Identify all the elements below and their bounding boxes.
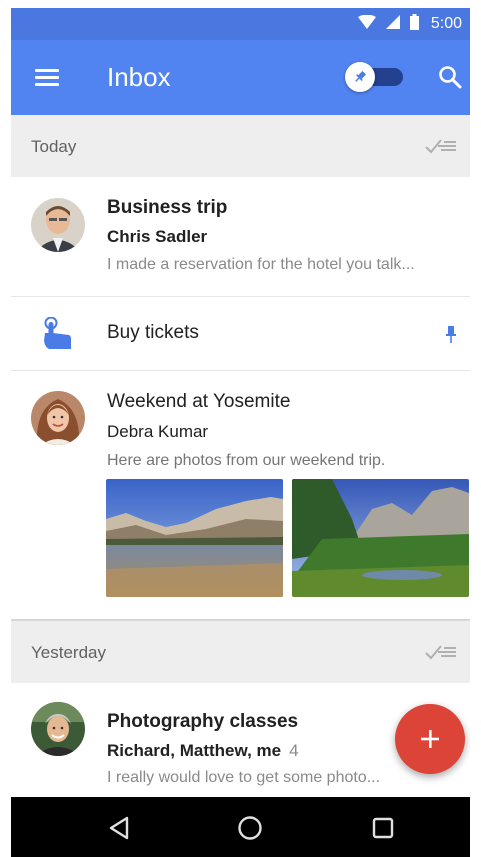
pin-icon xyxy=(355,70,367,82)
section-header-yesterday: Yesterday xyxy=(11,621,470,683)
sweep-icon[interactable] xyxy=(424,135,458,157)
signal-icon xyxy=(385,14,400,34)
pin-toggle[interactable] xyxy=(345,62,405,92)
status-bar: 5:00 xyxy=(11,8,470,40)
page-title: Inbox xyxy=(107,62,171,92)
list-item-weekend-yosemite[interactable]: Weekend at Yosemite Debra Kumar Here are… xyxy=(11,371,470,619)
screen-frame: 5:00 Inbox Today Business trip Chris Sad… xyxy=(0,0,481,857)
back-icon[interactable] xyxy=(107,815,133,841)
sweep-icon[interactable] xyxy=(424,641,458,663)
menu-icon[interactable] xyxy=(35,67,59,87)
sender-names: Richard, Matthew, me xyxy=(107,741,282,760)
photo-attachment-lake[interactable] xyxy=(106,479,283,597)
item-title: Buy tickets xyxy=(107,322,199,343)
item-snippet: I really would love to get some photo... xyxy=(107,769,381,786)
pin-icon[interactable] xyxy=(444,325,458,345)
item-title: Photography classes xyxy=(107,711,299,732)
item-title: Business trip xyxy=(107,197,228,218)
phone-screen: 5:00 Inbox Today Business trip Chris Sad… xyxy=(11,8,470,857)
battery-icon xyxy=(409,13,419,35)
list-item-business-trip[interactable]: Business trip Chris Sadler I made a rese… xyxy=(11,177,470,297)
section-label: Yesterday xyxy=(31,643,106,662)
message-count: 4 xyxy=(289,741,299,760)
item-snippet: Here are photos from our weekend trip. xyxy=(107,452,386,469)
status-time: 5:00 xyxy=(430,15,462,32)
photo-attachment-valley[interactable] xyxy=(292,479,469,597)
item-sender: Chris Sadler xyxy=(107,227,208,246)
pin-toggle-thumb xyxy=(345,62,375,92)
reminder-hand-icon xyxy=(41,316,73,351)
search-icon[interactable] xyxy=(437,64,463,90)
section-label: Today xyxy=(31,137,77,156)
recents-icon[interactable] xyxy=(370,815,396,841)
navigation-bar xyxy=(11,797,470,857)
home-icon[interactable] xyxy=(237,815,263,841)
avatar xyxy=(31,198,85,252)
avatar xyxy=(31,391,85,445)
compose-button[interactable] xyxy=(395,704,465,774)
item-snippet: I made a reservation for the hotel you t… xyxy=(107,256,415,273)
item-sender: Debra Kumar xyxy=(107,422,209,441)
app-bar: Inbox xyxy=(11,40,470,115)
section-header-today: Today xyxy=(11,115,470,177)
avatar xyxy=(31,702,85,756)
plus-icon xyxy=(421,730,439,748)
wifi-icon xyxy=(357,14,376,34)
item-sender: Richard, Matthew, me 4 xyxy=(107,741,299,761)
item-title: Weekend at Yosemite xyxy=(107,391,291,412)
list-item-buy-tickets[interactable]: Buy tickets xyxy=(11,297,470,371)
